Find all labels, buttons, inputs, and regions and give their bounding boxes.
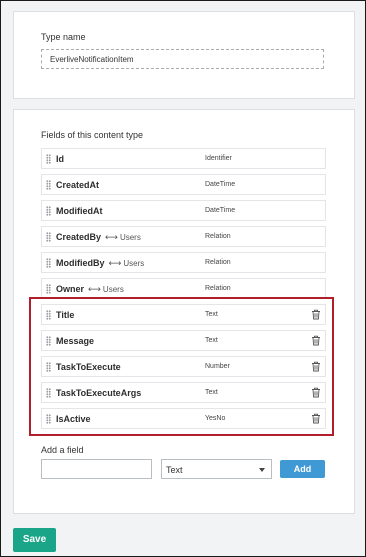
drag-handle-icon[interactable]: [46, 154, 51, 164]
field-type: Relation: [205, 285, 231, 292]
field-type: Relation: [205, 233, 231, 240]
type-name-input[interactable]: EverliveNotificationItem: [41, 49, 324, 69]
field-name-text: ModifiedBy: [56, 258, 105, 268]
highlight-box: [29, 297, 334, 436]
relation-target: Users: [102, 285, 124, 294]
new-field-type-select[interactable]: Text: [161, 459, 272, 479]
caret-down-icon: [259, 468, 265, 472]
drag-handle-icon[interactable]: [46, 232, 51, 242]
field-name: ModifiedBy ⟷ Users: [56, 258, 144, 269]
field-type: DateTime: [205, 181, 236, 188]
bidirectional-arrow-icon: ⟷: [88, 284, 101, 294]
field-row-createdby[interactable]: CreatedBy ⟷ Users Relation: [41, 226, 326, 247]
field-name: ModifiedAt: [56, 206, 103, 216]
drag-handle-icon[interactable]: [46, 206, 51, 216]
relation-target: Users: [119, 233, 141, 242]
save-button[interactable]: Save: [13, 528, 56, 552]
field-row-owner[interactable]: Owner ⟷ Users Relation: [41, 278, 326, 299]
type-name-panel: Type name EverliveNotificationItem: [13, 11, 355, 99]
relation-target: Users: [123, 259, 145, 268]
field-type: Relation: [205, 259, 231, 266]
selected-type: Text: [166, 465, 183, 475]
field-name: CreatedBy ⟷ Users: [56, 232, 141, 243]
add-field-label: Add a field: [41, 445, 84, 455]
add-field-button[interactable]: Add: [280, 460, 325, 478]
field-row-modifiedat[interactable]: ModifiedAt DateTime: [41, 200, 326, 221]
drag-handle-icon[interactable]: [46, 258, 51, 268]
field-name: CreatedAt: [56, 180, 100, 190]
bidirectional-arrow-icon: ⟷: [105, 232, 118, 242]
field-name-text: CreatedBy: [56, 232, 102, 242]
fields-label: Fields of this content type: [41, 130, 144, 140]
bidirectional-arrow-icon: ⟷: [108, 258, 122, 268]
field-name: Owner ⟷ Users: [56, 284, 124, 295]
field-name-text: Owner: [56, 284, 85, 294]
field-row-modifiedby[interactable]: ModifiedBy ⟷ Users Relation: [41, 252, 326, 273]
field-row-createdat[interactable]: CreatedAt DateTime: [41, 174, 326, 195]
field-type: Identifier: [205, 155, 232, 162]
field-row-id[interactable]: Id Identifier: [41, 148, 326, 169]
type-name-label: Type name: [41, 32, 86, 42]
field-name: Id: [56, 154, 64, 164]
field-type: DateTime: [205, 207, 236, 214]
drag-handle-icon[interactable]: [46, 284, 51, 294]
new-field-name-input[interactable]: [41, 459, 152, 479]
drag-handle-icon[interactable]: [46, 180, 51, 190]
